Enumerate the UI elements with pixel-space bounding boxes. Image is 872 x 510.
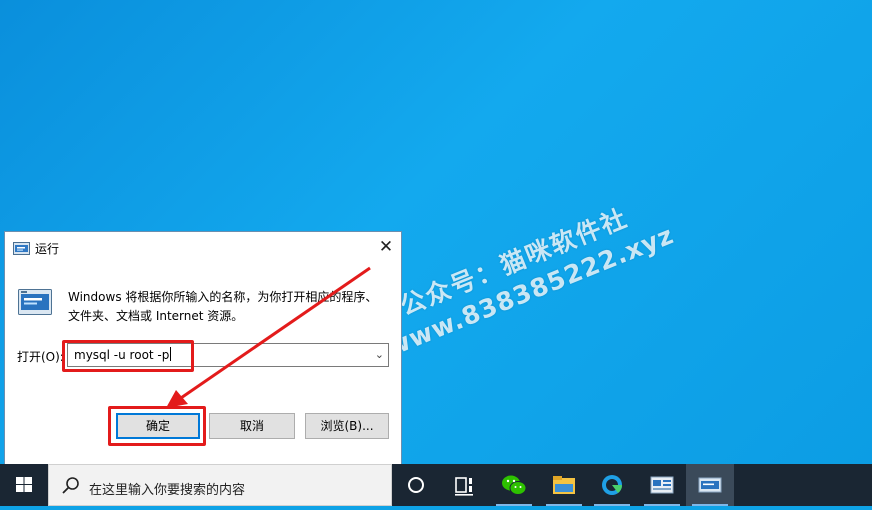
search-icon [61, 476, 81, 500]
taskbar: 在这里输入你要搜索的内容 [0, 464, 872, 506]
annotation-arrow [166, 266, 371, 408]
control-panel-button[interactable] [638, 464, 686, 506]
windows-start-icon [16, 477, 32, 492]
taskbar-search-box[interactable]: 在这里输入你要搜索的内容 [48, 464, 392, 506]
run-taskbar-button[interactable] [686, 464, 734, 506]
search-placeholder: 在这里输入你要搜索的内容 [89, 483, 246, 498]
cortana-button[interactable] [392, 464, 440, 506]
wechat-icon [502, 475, 527, 495]
wechat-button[interactable] [490, 464, 538, 506]
edge-button[interactable] [588, 464, 636, 506]
start-button[interactable] [0, 464, 48, 506]
task-view-button[interactable] [440, 464, 488, 506]
edge-icon [602, 475, 622, 495]
control-panel-icon [650, 476, 674, 494]
cortana-icon [408, 477, 424, 493]
run-app-icon [698, 477, 722, 493]
file-explorer-icon [553, 476, 575, 494]
task-view-icon [455, 477, 473, 496]
file-explorer-button[interactable] [540, 464, 588, 506]
